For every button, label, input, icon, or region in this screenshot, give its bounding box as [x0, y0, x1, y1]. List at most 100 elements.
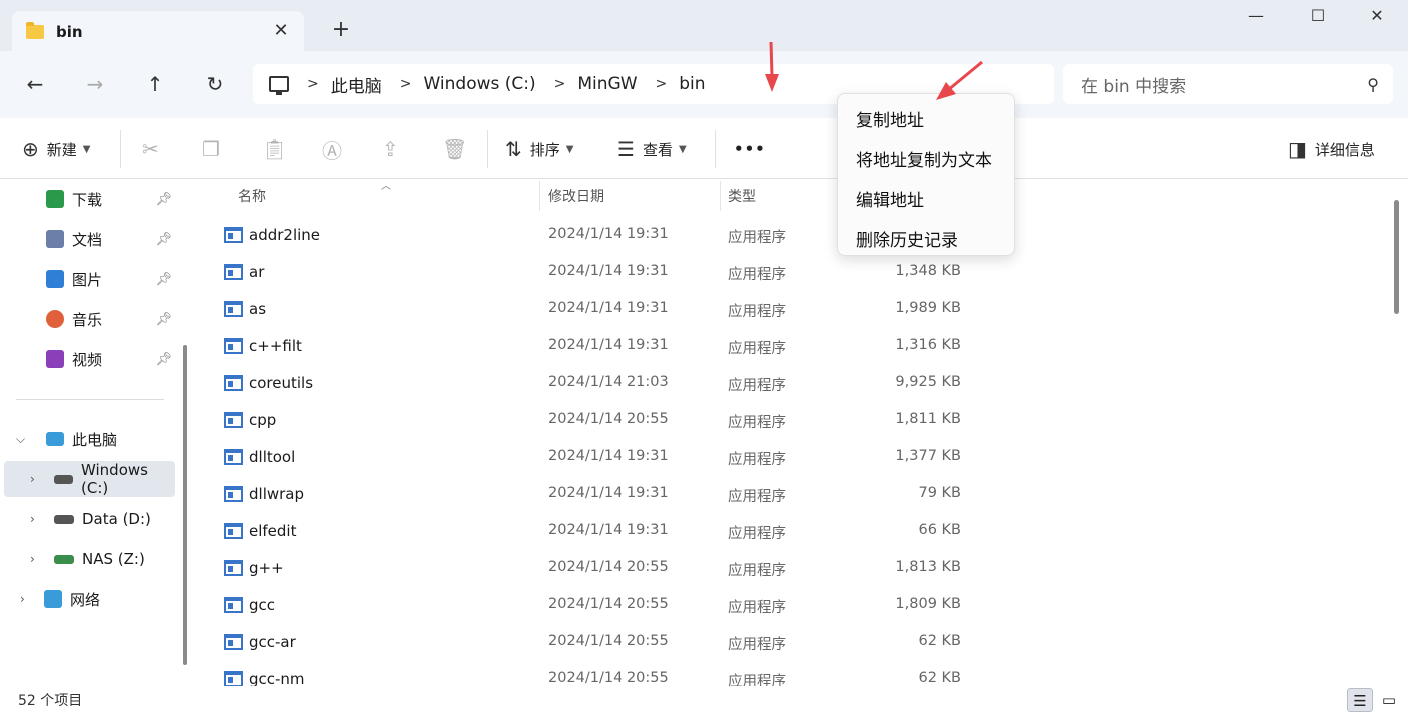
- tab-bin[interactable]: bin ✕: [12, 11, 304, 52]
- column-divider[interactable]: [539, 181, 540, 211]
- refresh-button[interactable]: ↻: [200, 69, 230, 99]
- maximize-button[interactable]: ☐: [1303, 6, 1333, 32]
- up-button[interactable]: ↑: [140, 69, 170, 99]
- network-icon: [44, 590, 62, 608]
- table-row[interactable]: elfedit 2024/1/14 19:31 应用程序 66 KB: [196, 513, 1386, 550]
- table-row[interactable]: cpp 2024/1/14 20:55 应用程序 1,811 KB: [196, 402, 1386, 439]
- back-button[interactable]: ←: [20, 69, 50, 99]
- breadcrumb-bin[interactable]: bin: [679, 74, 705, 94]
- sidebar-item-music[interactable]: 音乐 📌︎: [0, 301, 190, 337]
- sidebar-item-nas-z[interactable]: › NAS (Z:): [0, 541, 190, 577]
- forward-button[interactable]: →: [80, 69, 110, 99]
- application-icon: [224, 634, 243, 650]
- rename-button[interactable]: Ⓐ: [322, 136, 350, 163]
- pin-icon[interactable]: 📌︎: [155, 192, 172, 207]
- new-button[interactable]: ⊕ 新建 ▼: [22, 136, 90, 162]
- tiles-view-button[interactable]: ▭: [1376, 688, 1402, 712]
- chevron-right-icon[interactable]: >: [554, 76, 566, 92]
- table-row[interactable]: as 2024/1/14 19:31 应用程序 1,989 KB: [196, 291, 1386, 328]
- navigation-pane: 下载 📌︎ 文档 📌︎ 图片 📌︎ 音乐 📌︎ 视频 📌︎ ⌵ 此电脑 › Wi…: [0, 179, 190, 686]
- tab-close-icon[interactable]: ✕: [270, 20, 292, 41]
- application-icon: [224, 412, 243, 428]
- sidebar-item-videos[interactable]: 视频 📌︎: [0, 341, 190, 377]
- column-header-type[interactable]: 类型: [728, 179, 828, 213]
- file-date: 2024/1/14 19:31: [548, 263, 669, 279]
- chevron-right-icon[interactable]: ›: [20, 592, 25, 606]
- details-view-button[interactable]: ☰: [1347, 688, 1373, 712]
- drive-icon: [54, 474, 73, 484]
- file-list-scrollbar-thumb[interactable]: [1394, 200, 1399, 314]
- table-row[interactable]: gcc-ar 2024/1/14 20:55 应用程序 62 KB: [196, 624, 1386, 661]
- menu-item-delete-history[interactable]: 删除历史记录: [856, 226, 958, 251]
- table-row[interactable]: addr2line 2024/1/14 19:31 应用程序: [196, 217, 1386, 254]
- share-button[interactable]: ⇪: [382, 136, 407, 162]
- more-options-button[interactable]: •••: [734, 136, 766, 162]
- paste-button[interactable]: 📋︎: [262, 136, 295, 162]
- breadcrumb-this-pc[interactable]: 此电脑: [331, 72, 382, 97]
- view-button[interactable]: ☰ 查看 ▼: [617, 136, 687, 162]
- sort-ascending-icon: ︿: [381, 181, 391, 192]
- file-size: 66 KB: [918, 522, 961, 538]
- close-button[interactable]: ✕: [1362, 6, 1392, 32]
- file-name: addr2line: [249, 226, 321, 244]
- minimize-button[interactable]: —: [1241, 6, 1271, 32]
- search-input[interactable]: 在 bin 中搜索 ⚲: [1063, 64, 1393, 104]
- file-name: c++filt: [249, 337, 302, 355]
- breadcrumb-windows-c[interactable]: Windows (C:): [423, 74, 535, 94]
- sidebar-item-label: 网络: [70, 590, 101, 609]
- sort-button[interactable]: ⇅ 排序 ▼: [505, 136, 573, 162]
- menu-item-copy-address[interactable]: 复制地址: [856, 106, 924, 131]
- column-divider[interactable]: [720, 181, 721, 211]
- chevron-right-icon[interactable]: >: [307, 76, 319, 92]
- pin-icon[interactable]: 📌︎: [155, 352, 172, 367]
- breadcrumb-mingw[interactable]: MinGW: [577, 74, 637, 94]
- table-row[interactable]: gcc 2024/1/14 20:55 应用程序 1,809 KB: [196, 587, 1386, 624]
- file-date: 2024/1/14 20:55: [548, 633, 669, 649]
- pin-icon[interactable]: 📌︎: [155, 272, 172, 287]
- sidebar-item-label: NAS (Z:): [82, 550, 145, 568]
- column-header-date[interactable]: 修改日期: [548, 179, 718, 213]
- cut-button[interactable]: ✂: [142, 136, 167, 162]
- file-size: 62 KB: [918, 633, 961, 649]
- file-date: 2024/1/14 20:55: [548, 411, 669, 427]
- table-row[interactable]: dllwrap 2024/1/14 19:31 应用程序 79 KB: [196, 476, 1386, 513]
- table-row[interactable]: ar 2024/1/14 19:31 应用程序 1,348 KB: [196, 254, 1386, 291]
- menu-item-copy-address-as-text[interactable]: 将地址复制为文本: [856, 146, 992, 171]
- scissors-icon: ✂: [142, 137, 159, 161]
- search-icon[interactable]: ⚲: [1367, 75, 1379, 94]
- sidebar-item-windows-c[interactable]: › Windows (C:): [4, 461, 175, 497]
- chevron-right-icon[interactable]: >: [656, 76, 668, 92]
- sidebar-item-label: 视频: [72, 350, 103, 369]
- pin-icon[interactable]: 📌︎: [155, 312, 172, 327]
- new-tab-button[interactable]: +: [328, 17, 354, 42]
- sort-label: 排序: [529, 140, 560, 159]
- file-date: 2024/1/14 20:55: [548, 670, 669, 686]
- table-row[interactable]: coreutils 2024/1/14 21:03 应用程序 9,925 KB: [196, 365, 1386, 402]
- file-list: 名称 ︿ 修改日期 类型 addr2line 2024/1/14 19:31 应用程…: [196, 179, 1408, 686]
- sidebar-item-downloads[interactable]: 下载 📌︎: [0, 181, 190, 217]
- chevron-right-icon[interactable]: ›: [30, 552, 35, 566]
- chevron-down-icon[interactable]: ⌵: [16, 432, 25, 447]
- pin-icon[interactable]: 📌︎: [155, 232, 172, 247]
- file-type: 应用程序: [728, 378, 786, 394]
- details-pane-button[interactable]: ◨ 详细信息: [1288, 136, 1375, 162]
- sidebar-item-documents[interactable]: 文档 📌︎: [0, 221, 190, 257]
- table-row[interactable]: c++filt 2024/1/14 19:31 应用程序 1,316 KB: [196, 328, 1386, 365]
- file-name: cpp: [249, 411, 277, 429]
- table-row[interactable]: gcc-nm 2024/1/14 20:55 应用程序 62 KB: [196, 661, 1386, 686]
- table-row[interactable]: g++ 2024/1/14 20:55 应用程序 1,813 KB: [196, 550, 1386, 587]
- sidebar-item-this-pc[interactable]: ⌵ 此电脑: [0, 421, 190, 457]
- delete-button[interactable]: 🗑︎: [442, 136, 475, 162]
- table-row[interactable]: dlltool 2024/1/14 19:31 应用程序 1,377 KB: [196, 439, 1386, 476]
- menu-item-edit-address[interactable]: 编辑地址: [856, 186, 924, 211]
- sidebar-scrollbar[interactable]: [183, 345, 187, 665]
- copy-button[interactable]: ❐: [202, 136, 228, 162]
- chevron-right-icon[interactable]: ›: [30, 472, 35, 486]
- sidebar-item-network[interactable]: › 网络: [0, 581, 190, 617]
- application-icon: [224, 375, 243, 391]
- sidebar-item-pictures[interactable]: 图片 📌︎: [0, 261, 190, 297]
- chevron-right-icon[interactable]: ›: [30, 512, 35, 526]
- application-icon: [224, 560, 243, 576]
- sidebar-item-data-d[interactable]: › Data (D:): [0, 501, 190, 537]
- chevron-right-icon[interactable]: >: [400, 76, 412, 92]
